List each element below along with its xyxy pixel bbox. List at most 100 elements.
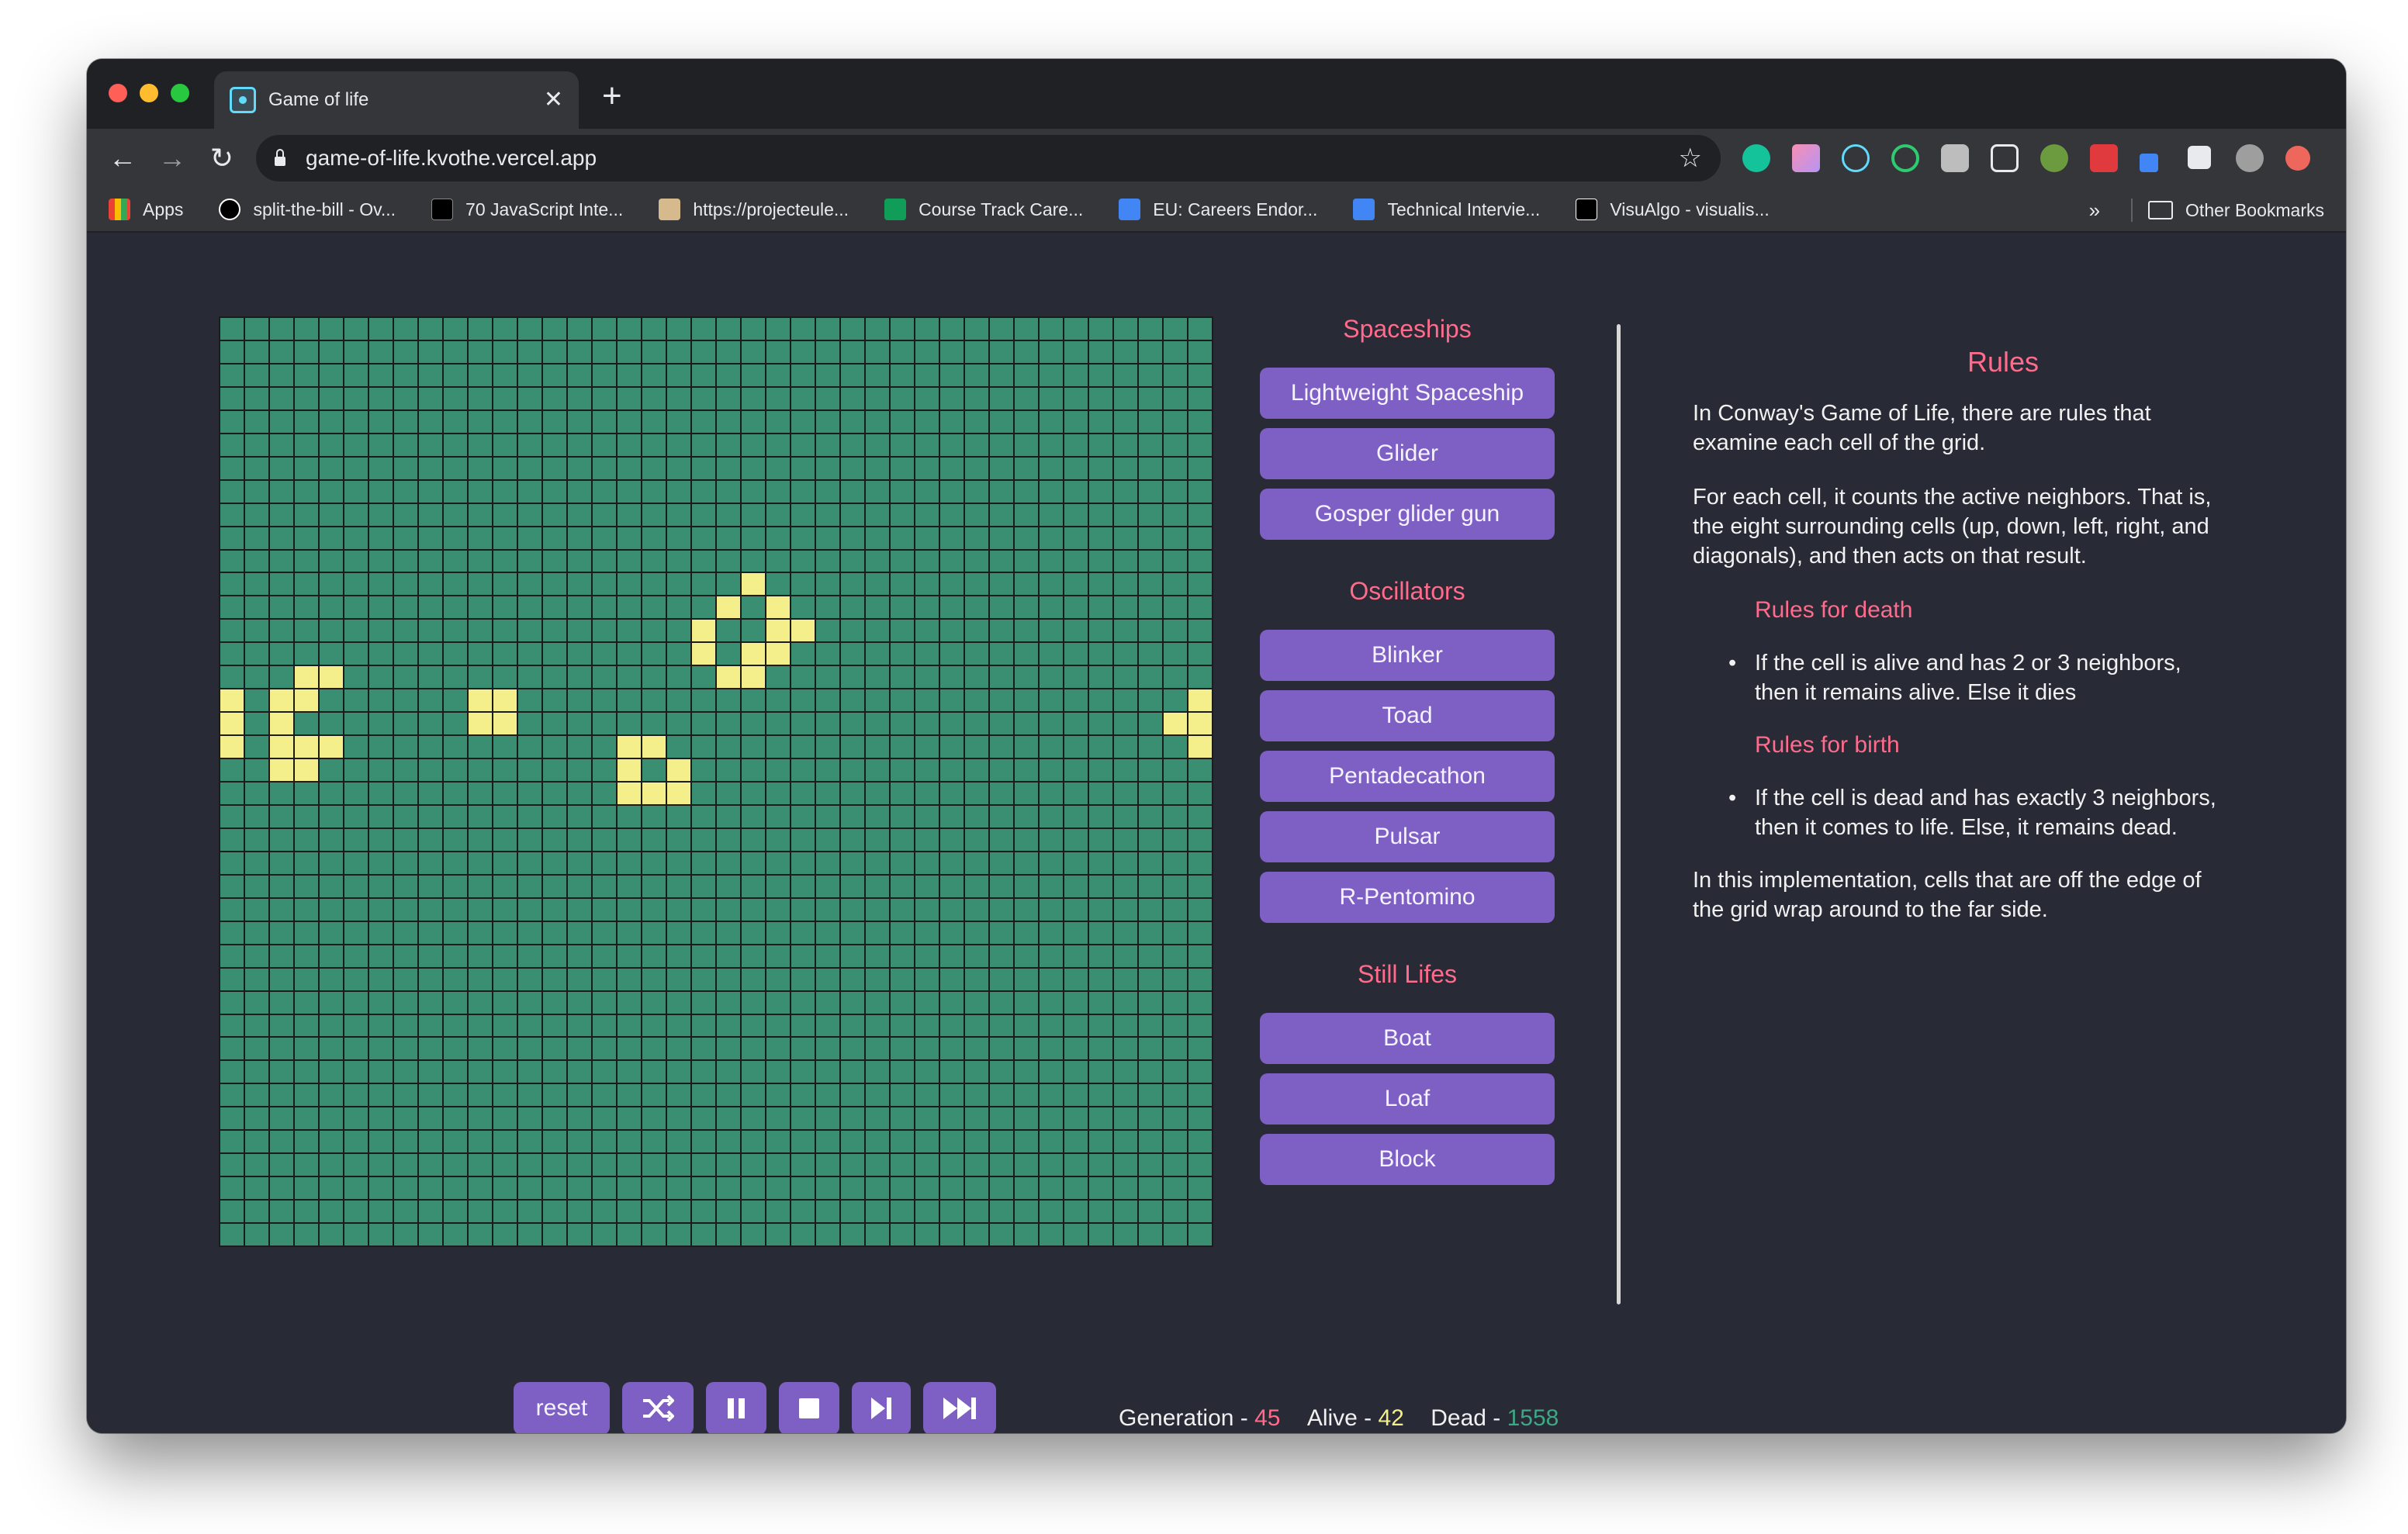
grid-cell[interactable] (220, 945, 244, 967)
grid-cell[interactable] (990, 620, 1013, 642)
grid-cell[interactable] (394, 596, 417, 619)
grid-cell[interactable] (344, 1177, 368, 1200)
grid-cell[interactable] (1188, 759, 1212, 781)
grid-cell[interactable] (518, 1014, 541, 1037)
grid-cell[interactable] (1015, 1014, 1038, 1037)
grid-cell[interactable] (1040, 1224, 1063, 1246)
grid-cell[interactable] (419, 1201, 442, 1223)
grid-cell[interactable] (1188, 875, 1212, 897)
grid-cell[interactable] (915, 759, 939, 781)
grid-cell[interactable] (816, 945, 839, 967)
grid-cell[interactable] (667, 991, 690, 1014)
grid-cell-alive[interactable] (469, 689, 492, 712)
grid-cell-alive[interactable] (717, 596, 740, 619)
grid-cell[interactable] (295, 991, 318, 1014)
grid-cell[interactable] (965, 503, 988, 526)
grid-cell[interactable] (344, 898, 368, 921)
grid-cell[interactable] (419, 898, 442, 921)
grid-cell[interactable] (891, 1154, 914, 1176)
grid-cell[interactable] (940, 550, 964, 572)
grid-cell[interactable] (543, 921, 566, 944)
grid-cell[interactable] (891, 1014, 914, 1037)
grid-cell[interactable] (419, 318, 442, 340)
grid-cell[interactable] (667, 387, 690, 409)
grid-cell[interactable] (1139, 1177, 1162, 1200)
grid-cell[interactable] (717, 643, 740, 665)
grid-cell[interactable] (667, 1107, 690, 1130)
grid-cell[interactable] (518, 1201, 541, 1223)
grid-cell[interactable] (642, 318, 666, 340)
grid-cell[interactable] (493, 805, 517, 827)
grid-cell[interactable] (469, 968, 492, 990)
grid-cell[interactable] (816, 527, 839, 549)
grid-cell[interactable] (692, 689, 715, 712)
grid-cell[interactable] (816, 875, 839, 897)
grid-cell[interactable] (1188, 1014, 1212, 1037)
grid-cell[interactable] (766, 875, 790, 897)
grid-cell[interactable] (518, 318, 541, 340)
grid-cell[interactable] (965, 1177, 988, 1200)
grid-cell[interactable] (891, 898, 914, 921)
grid-cell[interactable] (866, 852, 889, 874)
grid-cell[interactable] (369, 852, 393, 874)
grid-cell[interactable] (469, 875, 492, 897)
grid-cell[interactable] (543, 1014, 566, 1037)
grid-cell[interactable] (493, 503, 517, 526)
grid-cell[interactable] (1139, 921, 1162, 944)
grid-cell[interactable] (742, 689, 765, 712)
grid-cell[interactable] (1040, 689, 1063, 712)
grid-cell[interactable] (419, 643, 442, 665)
grid-cell[interactable] (1089, 875, 1112, 897)
grid-cell[interactable] (1139, 898, 1162, 921)
grid-cell[interactable] (1114, 991, 1137, 1014)
grid-cell[interactable] (816, 1177, 839, 1200)
grid-cell[interactable] (618, 852, 641, 874)
grid-cell[interactable] (1015, 1224, 1038, 1246)
grid-cell[interactable] (915, 340, 939, 363)
grid-cell[interactable] (816, 364, 839, 386)
grid-cell[interactable] (543, 1038, 566, 1060)
grid-cell[interactable] (518, 666, 541, 689)
grid-cell[interactable] (841, 1131, 864, 1153)
grid-cell[interactable] (493, 1084, 517, 1107)
grid-cell[interactable] (1188, 828, 1212, 851)
grid-cell[interactable] (766, 968, 790, 990)
pause-button[interactable] (706, 1382, 766, 1433)
grid-cell[interactable] (1164, 666, 1187, 689)
grid-cell[interactable] (1139, 503, 1162, 526)
grid-cell[interactable] (816, 968, 839, 990)
grid-cell[interactable] (816, 596, 839, 619)
grid-cell[interactable] (1064, 1107, 1088, 1130)
grid-cell[interactable] (816, 620, 839, 642)
grid-cell[interactable] (344, 1154, 368, 1176)
grid-cell[interactable] (295, 968, 318, 990)
grid-cell[interactable] (866, 643, 889, 665)
grid-cell[interactable] (1040, 736, 1063, 758)
grid-cell[interactable] (618, 434, 641, 456)
grid-cell[interactable] (692, 713, 715, 735)
grid-cell[interactable] (965, 340, 988, 363)
grid-cell[interactable] (295, 1224, 318, 1246)
eyedropper-extension-icon[interactable] (2140, 154, 2158, 172)
grid-cell[interactable] (1015, 480, 1038, 503)
grid-cell[interactable] (891, 1177, 914, 1200)
grid-cell[interactable] (742, 550, 765, 572)
grid-cell[interactable] (1139, 1014, 1162, 1037)
grid-cell[interactable] (1089, 1224, 1112, 1246)
grid-cell[interactable] (667, 364, 690, 386)
grid-cell[interactable] (245, 457, 268, 479)
grid-cell[interactable] (419, 1014, 442, 1037)
grid-cell[interactable] (1064, 340, 1088, 363)
grid-cell[interactable] (915, 852, 939, 874)
grid-cell[interactable] (642, 340, 666, 363)
grid-cell[interactable] (295, 596, 318, 619)
grid-cell[interactable] (1188, 340, 1212, 363)
grid-cell[interactable] (866, 875, 889, 897)
address-bar[interactable]: game-of-life.kvothe.vercel.app ☆ (256, 135, 1721, 181)
grid-cell[interactable] (891, 434, 914, 456)
grid-cell[interactable] (320, 968, 343, 990)
grid-cell[interactable] (469, 503, 492, 526)
profile-avatar[interactable] (2236, 144, 2264, 172)
grid-cell[interactable] (766, 689, 790, 712)
grid-cell[interactable] (1188, 527, 1212, 549)
